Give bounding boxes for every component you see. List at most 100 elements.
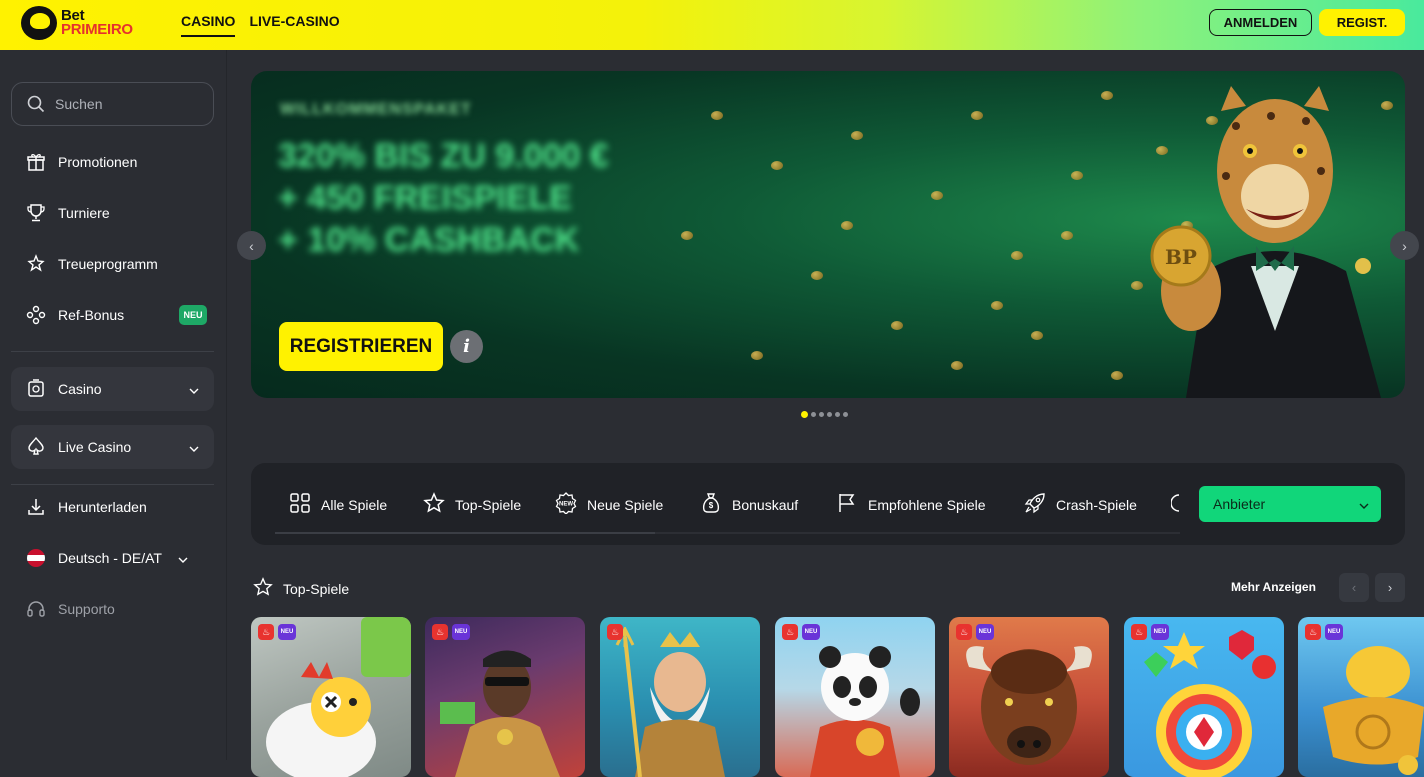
sidebar-item-download[interactable]: Herunterladen xyxy=(26,497,147,517)
new-badge: NEU xyxy=(179,305,207,325)
gems-game-art xyxy=(1144,630,1276,777)
nav-casino[interactable]: CASINO xyxy=(181,13,236,37)
hot-icon: ♨ xyxy=(1305,624,1321,640)
flag-de-at-icon xyxy=(26,548,46,568)
banner-register-button[interactable]: REGISTRIEREN xyxy=(279,322,443,371)
nav-live-casino[interactable]: LIVE-CASINO xyxy=(249,13,339,37)
hot-icon: ♨ xyxy=(432,624,448,640)
game-tile-gems[interactable]: ♨ NEU xyxy=(1124,617,1284,777)
new-tag: NEU xyxy=(802,624,820,640)
rocket-icon xyxy=(1024,492,1046,517)
category-empfohlene-spiele[interactable]: Empfohlene Spiele xyxy=(836,492,986,517)
banner-title-line: + 450 FREISPIELE xyxy=(278,179,572,217)
game-tile-zeus[interactable]: ♨ xyxy=(600,617,760,777)
sidebar-block-label: Live Casino xyxy=(58,439,132,455)
chevron-down-icon xyxy=(189,439,199,455)
pagination-dot[interactable] xyxy=(819,412,824,417)
money-bag-icon: $ xyxy=(700,492,722,517)
category-top-spiele[interactable]: Top-Spiele xyxy=(423,492,521,517)
section-title: Top-Spiele xyxy=(283,580,350,597)
hot-icon: ♨ xyxy=(782,624,798,640)
loyalty-icon xyxy=(26,254,46,274)
sidebar-item-ref-bonus[interactable]: Ref-Bonus xyxy=(26,305,124,325)
search-input[interactable]: Suchen xyxy=(11,82,214,126)
category-label: Empfohlene Spiele xyxy=(868,496,986,513)
new-badge-icon: NEW xyxy=(555,492,577,517)
category-crash-spiele[interactable]: Crash-Spiele xyxy=(1024,492,1137,517)
provider-label: Anbieter xyxy=(1213,496,1266,512)
download-icon xyxy=(26,497,46,517)
pagination-dot[interactable] xyxy=(801,411,808,418)
chevron-down-icon xyxy=(189,381,199,397)
sidebar-live-casino-dropdown[interactable]: Live Casino xyxy=(11,425,214,469)
category-neue-spiele[interactable]: NEW Neue Spiele xyxy=(555,492,663,517)
casino-chip-icon xyxy=(26,378,46,401)
sidebar-item-treueprogramm[interactable]: Treueprogramm xyxy=(26,254,158,274)
banner-pagination xyxy=(801,411,848,418)
register-button[interactable]: REGIST. xyxy=(1319,9,1405,36)
login-button[interactable]: ANMELDEN xyxy=(1209,9,1312,36)
search-placeholder: Suchen xyxy=(55,96,103,112)
banner-title: 320% BIS ZU 9.000 € + 450 FREISPIELE + 1… xyxy=(278,135,609,261)
banner-prev-arrow[interactable]: ‹ xyxy=(237,231,266,260)
top-header: Bet PRIMEIRO CASINO LIVE-CASINO ANMELDEN… xyxy=(0,0,1424,50)
category-bonuskauf[interactable]: $ Bonuskauf xyxy=(700,492,798,517)
games-next-button[interactable]: › xyxy=(1375,573,1405,602)
search-icon xyxy=(27,95,45,113)
gift-icon xyxy=(26,152,46,172)
show-more-link[interactable]: Mehr Anzeigen xyxy=(1231,580,1316,594)
trophy-icon xyxy=(26,203,46,223)
sidebar-item-label: Turniere xyxy=(58,205,110,221)
category-label: Top-Spiele xyxy=(455,496,522,513)
banner-subtitle: WILLKOMMENSPAKET xyxy=(280,101,472,118)
pagination-dot[interactable] xyxy=(835,412,840,417)
pagination-dot[interactable] xyxy=(843,412,848,417)
new-tag: NEU xyxy=(976,624,994,640)
pagination-dot[interactable] xyxy=(811,412,816,417)
sidebar-divider xyxy=(11,484,214,485)
sidebar-block-label: Casino xyxy=(58,381,102,397)
logo-text-primeiro: PRIMEIRO xyxy=(61,21,133,38)
sidebar-casino-dropdown[interactable]: Casino xyxy=(11,367,214,411)
gold-ingot-game-art xyxy=(1323,646,1424,775)
sidebar-item-promotionen[interactable]: Promotionen xyxy=(26,152,137,172)
rapper-game-art xyxy=(440,650,560,777)
hot-icon: ♨ xyxy=(956,624,972,640)
category-label: Alle Spiele xyxy=(321,496,388,513)
new-tag: NEU xyxy=(1151,624,1169,640)
banner-next-arrow[interactable]: › xyxy=(1390,231,1419,260)
banner-title-line: 320% BIS ZU 9.000 € xyxy=(278,137,609,175)
flag-icon xyxy=(836,492,858,517)
sidebar-item-turniere[interactable]: Turniere xyxy=(26,203,110,223)
category-partial[interactable] xyxy=(1170,492,1181,517)
game-tile-gold[interactable]: ♨ NEU xyxy=(1298,617,1424,777)
provider-select[interactable]: Anbieter xyxy=(1199,486,1381,522)
grid-icon xyxy=(289,492,311,517)
promo-banner[interactable]: WILLKOMMENSPAKET 320% BIS ZU 9.000 € + 4… xyxy=(251,71,1405,398)
sidebar: Suchen Promotionen Turniere Treueprogram… xyxy=(0,50,227,760)
game-tile-snoop[interactable]: ♨ NEU xyxy=(425,617,585,777)
language-selector[interactable]: Deutsch - DE/AT xyxy=(26,548,188,568)
info-button[interactable]: i xyxy=(450,330,483,363)
sidebar-item-support[interactable]: Supporto xyxy=(26,599,115,619)
game-tile-buffalo[interactable]: ♨ NEU xyxy=(949,617,1109,777)
panda-game-art xyxy=(810,646,920,777)
pagination-dot[interactable] xyxy=(827,412,832,417)
hot-icon: ♨ xyxy=(258,624,274,640)
poseidon-game-art xyxy=(615,627,725,777)
spade-icon xyxy=(26,436,46,459)
star-icon xyxy=(423,492,445,517)
logo[interactable]: Bet PRIMEIRO xyxy=(21,6,133,40)
language-label: Deutsch - DE/AT xyxy=(58,550,162,566)
chevron-down-icon xyxy=(178,550,188,566)
sidebar-item-label: Supporto xyxy=(58,601,115,617)
game-tile-panda[interactable]: ♨ NEU xyxy=(775,617,935,777)
category-scroll-track xyxy=(655,532,1180,534)
game-tile-chicken[interactable]: ♨ NEU xyxy=(251,617,411,777)
category-alle-spiele[interactable]: Alle Spiele xyxy=(289,492,387,517)
jaguar-logo-icon xyxy=(21,6,57,40)
games-prev-button[interactable]: ‹ xyxy=(1339,573,1369,602)
category-label: Bonuskauf xyxy=(732,496,799,513)
banner-title-line: + 10% CASHBACK xyxy=(278,221,580,259)
top-games-header: Top-Spiele xyxy=(253,577,349,600)
